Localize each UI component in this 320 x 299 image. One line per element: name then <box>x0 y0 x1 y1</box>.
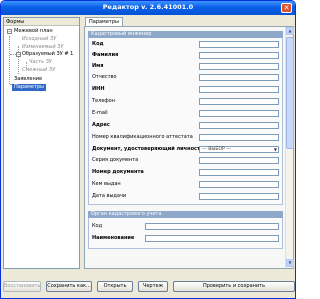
arrow-up-icon[interactable]: ▲ <box>286 27 294 35</box>
issued-by-field[interactable] <box>199 181 279 188</box>
doc-number-field[interactable] <box>199 169 279 176</box>
surname-field[interactable] <box>199 52 279 59</box>
inn-label: ИНН <box>92 86 105 92</box>
code-field[interactable] <box>199 41 279 48</box>
tree-item-izmenyaemy-zu[interactable]: Изменяемый ЗУ <box>22 44 63 51</box>
save-as-button[interactable]: Сохранить как... <box>46 281 92 292</box>
tree-guide <box>9 36 10 84</box>
tree-item-chast-zu[interactable]: Часть ЗУ <box>29 59 52 66</box>
doc-number-label: Номер документа <box>92 169 144 175</box>
forms-header: Формы <box>4 18 79 26</box>
certificate-field[interactable] <box>199 134 279 141</box>
name-label: Имя <box>92 63 104 69</box>
chevron-down-icon[interactable]: ▼ <box>274 148 277 152</box>
organ-name-field[interactable] <box>145 235 279 242</box>
restore-button[interactable]: Восстановить <box>3 281 41 292</box>
tree-item-parametry[interactable]: Параметры <box>12 84 46 91</box>
organ-name-label: Наименование <box>92 235 135 241</box>
phone-field[interactable] <box>199 98 279 105</box>
id-document-select[interactable]: --- ВЫБОР --- ▼ <box>199 146 279 153</box>
email-label: E-mail <box>92 110 108 116</box>
minus-box-icon[interactable]: − <box>7 29 12 34</box>
id-document-label: Документ, удостоверяющий личность <box>92 146 204 152</box>
name-field[interactable] <box>199 63 279 70</box>
issue-date-label: Дата выдачи <box>92 193 127 199</box>
vertical-scrollbar[interactable]: ▲ ▼ <box>285 27 294 268</box>
patronymic-label: Отчество <box>92 74 117 80</box>
form-content: Кадастровый инженер Код Фамилия Имя Отче… <box>84 26 294 269</box>
organ-code-field[interactable] <box>145 223 279 230</box>
title-bar[interactable]: Редактор v. 2.6.41001.0 ✕ <box>1 1 295 15</box>
close-icon[interactable]: ✕ <box>281 3 292 13</box>
organ-section-title: Орган кадастрового учета <box>88 211 283 218</box>
tree-item-zayavlenie[interactable]: Заявление <box>14 76 42 83</box>
arrow-down-icon[interactable]: ▼ <box>286 259 294 267</box>
code-label: Код <box>92 41 104 47</box>
surname-label: Фамилия <box>92 52 119 58</box>
doc-series-label: Серия документа <box>92 157 139 163</box>
organ-code-label: Код <box>92 223 103 229</box>
tree-item-obrazuemy-zu[interactable]: Образуемый ЗУ # 1 <box>22 51 73 58</box>
open-button[interactable]: Открыть <box>97 281 133 292</box>
phone-label: Телефон <box>92 98 116 104</box>
window-title: Редактор v. 2.6.41001.0 <box>102 3 194 11</box>
patronymic-field[interactable] <box>199 74 279 81</box>
drawing-button[interactable]: Чертеж <box>138 281 168 292</box>
scroll-thumb[interactable] <box>286 37 294 149</box>
tree-item-smezhny-zu[interactable]: Смежный ЗУ <box>22 67 55 74</box>
id-document-value: --- ВЫБОР --- <box>202 147 232 152</box>
tab-parametry[interactable]: Параметры <box>85 17 123 26</box>
minus-box-icon[interactable]: − <box>16 52 21 57</box>
bottom-toolbar: Восстановить Сохранить как... Открыть Че… <box>3 281 295 293</box>
tree-item-iskhodny-zu[interactable]: Исходный ЗУ <box>22 36 56 43</box>
address-field[interactable] <box>199 122 279 129</box>
certificate-label: Номер квалификационного аттестата <box>92 134 193 140</box>
app-window: Редактор v. 2.6.41001.0 ✕ Формы − Межево… <box>0 0 296 299</box>
tree-guide <box>18 46 19 74</box>
engineer-section-title: Кадастровый инженер <box>88 31 283 38</box>
forms-panel: Формы − Межевой план Исходный ЗУ Изменяе… <box>3 17 80 269</box>
parameters-panel: Параметры Кадастровый инженер Код Фамили… <box>83 17 294 269</box>
issue-date-field[interactable] <box>199 193 279 200</box>
check-and-save-button[interactable]: Проверить и сохранить <box>173 281 295 292</box>
email-field[interactable] <box>199 110 279 117</box>
doc-series-field[interactable] <box>199 157 279 164</box>
issued-by-label: Кем выдан <box>92 181 121 187</box>
inn-field[interactable] <box>199 86 279 93</box>
tree-item-mezhevoy-plan[interactable]: Межевой план <box>14 28 53 35</box>
address-label: Адрес <box>92 122 110 128</box>
